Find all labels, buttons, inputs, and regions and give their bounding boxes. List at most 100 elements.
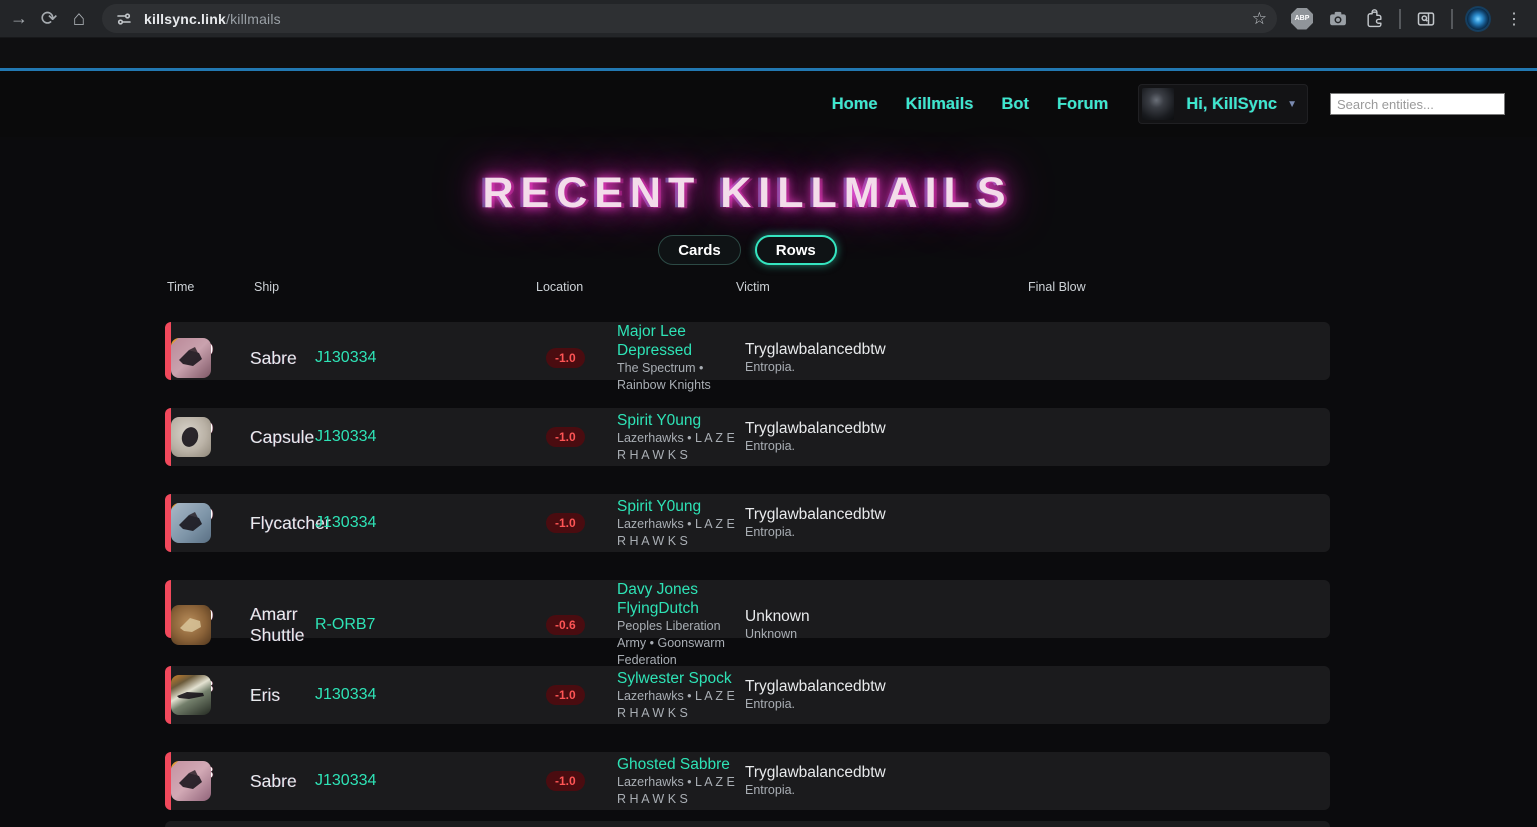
ship-name[interactable]: Capsule: [250, 427, 315, 448]
table-header-row: Time Ship Location Victim Final Blow: [165, 279, 1330, 295]
ship-thumbnail[interactable]: [171, 605, 211, 645]
screenshot-extension-icon[interactable]: [1323, 4, 1353, 34]
site-info-icon[interactable]: [114, 9, 134, 29]
ship-silhouette-icon: [175, 424, 207, 450]
final-blow-name[interactable]: Tryglawbalancedbtw: [745, 677, 1030, 696]
location-link[interactable]: J130334: [315, 514, 543, 532]
victim-affiliation: Lazerhawks • L A Z E R H A W K S: [617, 688, 745, 722]
ship-name[interactable]: Flycatcher: [250, 513, 315, 534]
ship-name[interactable]: Sabre: [250, 771, 315, 792]
killmail-row[interactable]: 20:08 87m Eris J130334 -1.0 Sylwester Sp…: [165, 666, 1330, 724]
killmail-row[interactable]: 20:09 74m Sabre J130334 -1.0 Major Lee D…: [165, 322, 1330, 380]
ship-silhouette-icon: [175, 768, 207, 794]
final-blow-name[interactable]: Tryglawbalancedbtw: [745, 419, 1030, 438]
ship-name[interactable]: Sabre: [250, 348, 315, 369]
header-time: Time: [167, 280, 254, 294]
chevron-down-icon: ▼: [1287, 99, 1297, 110]
victim-name-link[interactable]: Ghosted Sabbre: [617, 755, 745, 774]
final-blow-affiliation: Unknown: [745, 626, 1030, 643]
nav-link-bot[interactable]: Bot: [1001, 95, 1029, 114]
nav-link-forum[interactable]: Forum: [1057, 95, 1108, 114]
rows-view-button[interactable]: Rows: [755, 235, 837, 265]
page-top-strip: [0, 38, 1537, 71]
victim-affiliation: The Spectrum • Rainbow Knights: [617, 360, 745, 394]
main-content: RECENT KILLMAILS Cards Rows Time Ship Lo…: [165, 167, 1330, 827]
location-link[interactable]: J130334: [315, 428, 543, 446]
final-blow-affiliation: Entropia.: [745, 359, 1030, 376]
url-path: /killmails: [226, 11, 281, 27]
victim-name-link[interactable]: Spirit Y0ung: [617, 411, 745, 430]
browser-menu-icon[interactable]: ⋮: [1499, 4, 1529, 34]
victim-affiliation: Lazerhawks • L A Z E R H A W K S: [617, 516, 745, 550]
ship-thumbnail[interactable]: [171, 675, 211, 715]
victim-affiliation: Lazerhawks • L A Z E R H A W K S: [617, 430, 745, 464]
ship-thumbnail[interactable]: [171, 417, 211, 457]
victim-affiliation: Lazerhawks • L A Z E R H A W K S: [617, 774, 745, 808]
killmail-row[interactable]: 20:09 74m Capsule J130334 -1.0 Spirit Y0…: [165, 408, 1330, 466]
next-row-partially-visible: [165, 821, 1330, 827]
final-blow-affiliation: Entropia.: [745, 438, 1030, 455]
toolbar-separator: [1399, 9, 1401, 29]
header-final-blow: Final Blow: [1028, 280, 1330, 294]
victim-name-link[interactable]: Sylwester Spock: [617, 669, 745, 688]
adblock-extension-icon[interactable]: ABP: [1287, 4, 1317, 34]
ship-silhouette-icon: [175, 612, 207, 638]
browser-profile-avatar[interactable]: [1463, 4, 1493, 34]
final-blow-affiliation: Entropia.: [745, 696, 1030, 713]
url-host: killsync.link: [144, 11, 226, 27]
page-title: RECENT KILLMAILS: [165, 167, 1330, 219]
address-bar[interactable]: killsync.link/killmails ☆: [102, 4, 1277, 33]
victim-affiliation: Peoples Liberation Army • Goonswarm Fede…: [617, 618, 745, 669]
killmail-row[interactable]: 20:09 16k Amarr Shuttle R-ORB7 -0.6 Davy…: [165, 580, 1330, 638]
security-badge: -0.6: [546, 615, 585, 635]
home-icon[interactable]: ⌂: [64, 4, 94, 34]
killmail-list: 20:09 74m Sabre J130334 -1.0 Major Lee D…: [165, 322, 1330, 827]
victim-name-link[interactable]: Major Lee Depressed: [617, 322, 745, 360]
ship-name[interactable]: Amarr Shuttle: [250, 604, 315, 646]
extensions-puzzle-icon[interactable]: [1359, 4, 1389, 34]
nav-link-home[interactable]: Home: [832, 95, 878, 114]
side-panel-search-icon[interactable]: [1411, 4, 1441, 34]
forward-icon[interactable]: →: [4, 4, 34, 34]
final-blow-affiliation: Entropia.: [745, 782, 1030, 799]
extensions-strip: ABP ⋮: [1287, 4, 1529, 34]
security-badge: -1.0: [546, 427, 585, 447]
reload-icon[interactable]: ⟳: [34, 4, 64, 34]
location-link[interactable]: J130334: [315, 772, 543, 790]
user-menu[interactable]: Hi, KillSync ▼: [1138, 84, 1308, 124]
killmail-row[interactable]: 20:09 94m Flycatcher J130334 -1.0 Spirit…: [165, 494, 1330, 552]
header-location: Location: [536, 280, 736, 294]
url-text[interactable]: killsync.link/killmails: [144, 11, 281, 27]
user-avatar: [1142, 88, 1174, 120]
victim-name-link[interactable]: Davy Jones FlyingDutch: [617, 580, 745, 618]
security-badge: -1.0: [546, 685, 585, 705]
final-blow-affiliation: Entropia.: [745, 524, 1030, 541]
final-blow-name[interactable]: Unknown: [745, 607, 1030, 626]
ship-silhouette-icon: [175, 345, 207, 371]
ship-silhouette-icon: [175, 682, 207, 708]
header-victim: Victim: [736, 280, 1028, 294]
toolbar-separator: [1451, 9, 1453, 29]
victim-name-link[interactable]: Spirit Y0ung: [617, 497, 745, 516]
ship-name[interactable]: Eris: [250, 685, 315, 706]
final-blow-name[interactable]: Tryglawbalancedbtw: [745, 505, 1030, 524]
ship-thumbnail[interactable]: [171, 503, 211, 543]
search-input[interactable]: [1330, 93, 1505, 115]
killmail-row[interactable]: 20:08 81m Sabre J130334 -1.0 Ghosted Sab…: [165, 752, 1330, 810]
final-blow-name[interactable]: Tryglawbalancedbtw: [745, 340, 1030, 359]
browser-toolbar: → ⟳ ⌂ killsync.link/killmails ☆ ABP: [0, 0, 1537, 38]
site-navbar: Home Killmails Bot Forum Hi, KillSync ▼: [0, 71, 1537, 137]
user-greeting: Hi, KillSync: [1186, 95, 1277, 114]
nav-link-killmails[interactable]: Killmails: [906, 95, 974, 114]
ship-thumbnail[interactable]: [171, 761, 211, 801]
security-badge: -1.0: [546, 348, 585, 368]
ship-silhouette-icon: [175, 510, 207, 536]
ship-thumbnail[interactable]: [171, 338, 211, 378]
location-link[interactable]: J130334: [315, 349, 543, 367]
location-link[interactable]: J130334: [315, 686, 543, 704]
final-blow-name[interactable]: Tryglawbalancedbtw: [745, 763, 1030, 782]
location-link[interactable]: R-ORB7: [315, 616, 543, 634]
cards-view-button[interactable]: Cards: [658, 235, 741, 265]
security-badge: -1.0: [546, 771, 585, 791]
bookmark-star-icon[interactable]: ☆: [1252, 9, 1267, 29]
